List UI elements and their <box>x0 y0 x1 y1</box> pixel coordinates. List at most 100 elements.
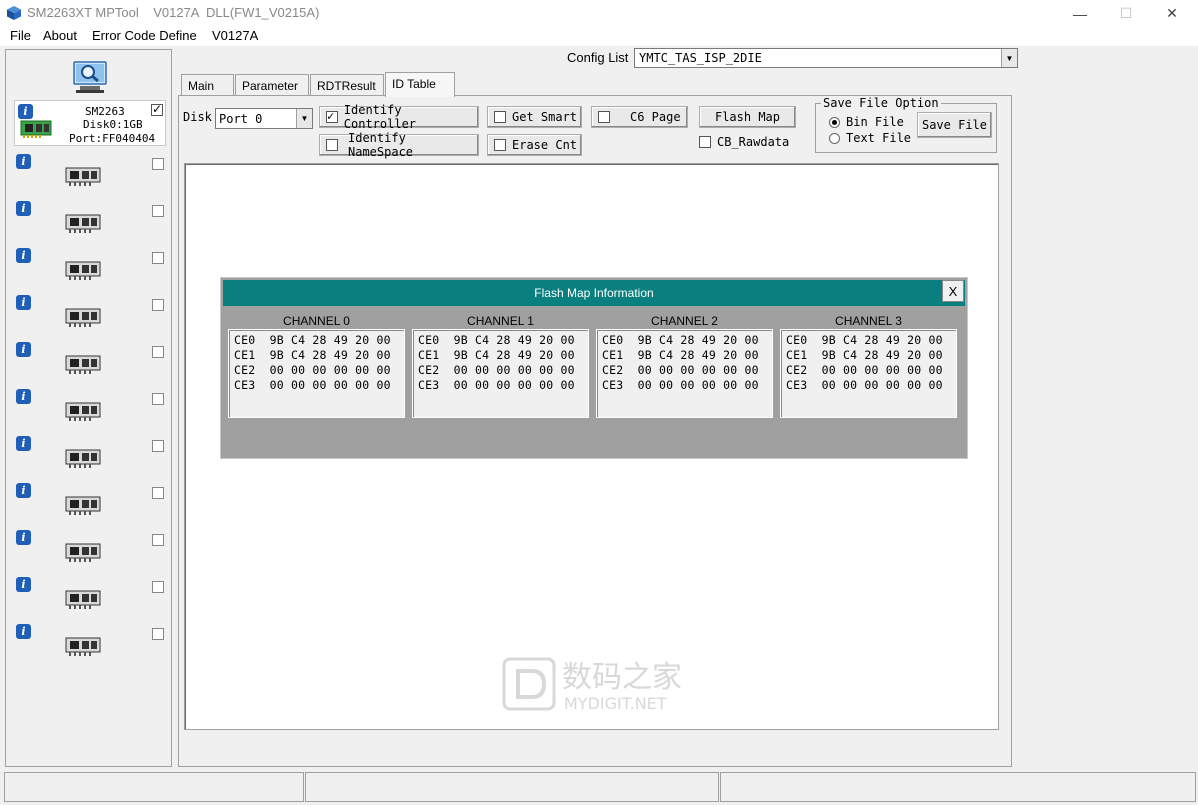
menu-error-code-define[interactable]: Error Code Define <box>92 28 197 43</box>
info-icon[interactable]: i <box>16 530 31 545</box>
device-slot-checkbox[interactable] <box>152 628 164 640</box>
channel-panel: CHANNEL 3 CE0 9B C4 28 49 20 00 CE1 9B C4 … <box>780 314 957 418</box>
get-smart-checkbox[interactable] <box>494 111 506 123</box>
menu-about[interactable]: About <box>43 28 77 43</box>
device-slot[interactable]: i <box>16 436 166 480</box>
device-panel: i SM2263 Disk0:1GB Port:FF040404 i i i i i i i… <box>5 49 172 767</box>
chevron-down-icon[interactable]: ▼ <box>296 109 312 128</box>
info-icon[interactable]: i <box>16 201 31 216</box>
device-slot[interactable]: i <box>16 577 166 621</box>
info-icon[interactable]: i <box>16 436 31 451</box>
menu-version[interactable]: V0127A <box>212 28 258 43</box>
menu-bar: File About Error Code Define V0127A <box>0 27 1198 46</box>
c6-page-button[interactable]: C6 Page <box>591 106 688 128</box>
device-slot-checkbox[interactable] <box>152 393 164 405</box>
flash-map-close-button[interactable]: X <box>942 280 964 302</box>
tab-id-table[interactable]: ID Table <box>385 72 455 97</box>
info-icon[interactable]: i <box>16 342 31 357</box>
scan-devices-icon[interactable] <box>72 60 108 94</box>
bin-file-option[interactable]: Bin File <box>829 115 904 129</box>
ce-line: CE0 9B C4 28 49 20 00 <box>602 333 759 347</box>
watermark-en-text: MYDIGIT.NET <box>564 694 667 713</box>
identify-controller-checkbox[interactable] <box>326 109 338 123</box>
chevron-down-icon[interactable]: ▼ <box>1001 49 1017 67</box>
info-icon[interactable]: i <box>16 624 31 639</box>
device-slot[interactable]: i <box>16 295 166 339</box>
disk-select-value: Port 0 <box>219 112 263 126</box>
text-file-radio[interactable] <box>829 132 840 144</box>
text-file-option[interactable]: Text File <box>829 131 911 145</box>
device-slot-checkbox[interactable] <box>152 346 164 358</box>
device-slot[interactable]: i <box>16 624 166 668</box>
ce-line: CE3 00 00 00 00 00 00 <box>602 378 759 392</box>
device-slot[interactable]: i <box>16 530 166 574</box>
device-slot-checkbox[interactable] <box>152 440 164 452</box>
cb-rawdata-label: CB_Rawdata <box>717 135 790 149</box>
cb-rawdata-option[interactable]: CB_Rawdata <box>699 135 789 149</box>
ssd-device-icon <box>65 543 101 562</box>
info-icon[interactable]: i <box>16 577 31 592</box>
device-slot[interactable]: i <box>16 154 166 198</box>
ce-line: CE0 9B C4 28 49 20 00 <box>786 333 943 347</box>
device-slot[interactable]: i <box>16 201 166 245</box>
tab-main[interactable]: Main <box>181 74 234 96</box>
flash-map-dialog: Flash Map Information CHANNEL 0 CE0 9B C4… <box>220 277 968 459</box>
save-file-option-title: Save File Option <box>821 96 941 110</box>
disk-select[interactable]: Port 0 ▼ <box>215 108 313 129</box>
device-slot[interactable]: i <box>16 248 166 292</box>
save-file-button[interactable]: Save File <box>917 112 992 138</box>
watermark-logo: 数码之家 MYDIGIT.NET <box>502 657 682 713</box>
cb-rawdata-checkbox[interactable] <box>699 136 711 148</box>
device-slot[interactable]: i <box>16 483 166 527</box>
info-icon[interactable]: i <box>16 389 31 404</box>
device-port: Port:FF040404 <box>69 132 156 145</box>
bin-file-radio[interactable] <box>829 116 840 128</box>
erase-cnt-button[interactable]: Erase Cnt <box>487 134 582 156</box>
device-card-port0[interactable]: i SM2263 Disk0:1GB Port:FF040404 <box>14 100 166 146</box>
c6-page-label: C6 Page <box>630 110 681 124</box>
tab-rdtresult[interactable]: RDTResult <box>310 74 384 96</box>
channel-panel: CHANNEL 2 CE0 9B C4 28 49 20 00 CE1 9B C4 … <box>596 314 773 418</box>
device-slot[interactable]: i <box>16 389 166 433</box>
device-slot-checkbox[interactable] <box>152 252 164 264</box>
device-slot-checkbox[interactable] <box>152 158 164 170</box>
menu-file[interactable]: File <box>10 28 31 43</box>
erase-cnt-checkbox[interactable] <box>494 139 506 151</box>
app-cube-icon <box>7 6 21 20</box>
ce-line: CE2 00 00 00 00 00 00 <box>602 363 759 377</box>
identify-namespace-checkbox[interactable] <box>326 139 338 151</box>
ce-line: CE0 9B C4 28 49 20 00 <box>234 333 391 347</box>
identify-namespace-button[interactable]: Identify NameSpace <box>319 131 479 159</box>
info-icon[interactable]: i <box>16 483 31 498</box>
get-smart-button[interactable]: Get Smart <box>487 106 582 128</box>
bin-file-label: Bin File <box>846 115 904 129</box>
device-slot-checkbox[interactable] <box>152 534 164 546</box>
close-window-button[interactable]: ✕ <box>1149 0 1195 27</box>
get-smart-label: Get Smart <box>512 110 578 124</box>
ssd-device-icon <box>65 402 101 421</box>
info-icon[interactable]: i <box>16 154 31 169</box>
maximize-button[interactable]: ☐ <box>1103 0 1149 27</box>
watermark-cn-text: 数码之家 <box>562 660 682 695</box>
ssd-device-icon <box>65 261 101 280</box>
status-pane-1 <box>4 772 304 802</box>
info-icon[interactable]: i <box>16 248 31 263</box>
device-slot-checkbox[interactable] <box>152 205 164 217</box>
info-icon[interactable]: i <box>16 295 31 310</box>
device-slot-checkbox[interactable] <box>152 581 164 593</box>
flash-map-button[interactable]: Flash Map <box>699 106 796 128</box>
identify-controller-label: Identify Controller <box>343 103 417 131</box>
ce-line: CE0 9B C4 28 49 20 00 <box>418 333 575 347</box>
minimize-button[interactable]: — <box>1057 0 1103 27</box>
device-port0-checkbox[interactable] <box>151 102 163 116</box>
device-slot-checkbox[interactable] <box>152 299 164 311</box>
ssd-device-icon <box>20 120 52 138</box>
channel-data-box: CE0 9B C4 28 49 20 00 CE1 9B C4 28 49 20 … <box>780 329 957 418</box>
device-slot-checkbox[interactable] <box>152 487 164 499</box>
config-list-select[interactable]: YMTC_TAS_ISP_2DIE ▼ <box>634 48 1018 68</box>
tab-parameter[interactable]: Parameter <box>235 74 309 96</box>
ssd-device-icon <box>65 449 101 468</box>
device-slot[interactable]: i <box>16 342 166 386</box>
c6-page-checkbox[interactable] <box>598 111 610 123</box>
identify-controller-button[interactable]: Identify Controller <box>319 103 479 131</box>
